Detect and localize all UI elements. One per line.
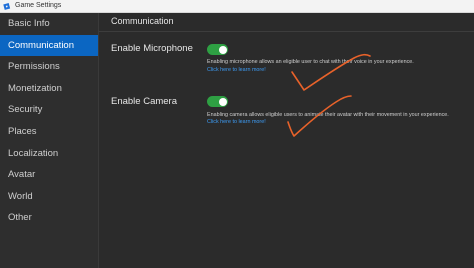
sidebar-item-places[interactable]: Places [0,121,98,143]
window-title: Game Settings [15,2,62,9]
camera-description: Enabling camera allows eligible users to… [207,112,449,118]
microphone-description: Enabling microphone allows an eligible u… [207,59,414,65]
sidebar-item-basic-info[interactable]: Basic Info [0,13,98,35]
sidebar-item-monetization[interactable]: Monetization [0,78,98,100]
sidebar-item-world[interactable]: World [0,186,98,208]
microphone-toggle-knob [218,45,227,54]
settings-sidebar: Basic Info Communication Permissions Mon… [0,13,99,268]
section-divider [99,31,474,32]
camera-toggle-knob [218,97,227,106]
camera-setting-label: Enable Camera [111,96,178,107]
section-title: Communication [111,16,174,26]
sidebar-item-security[interactable]: Security [0,99,98,121]
camera-toggle[interactable] [207,96,228,107]
app-logo-icon [3,3,11,10]
sidebar-item-communication[interactable]: Communication [0,34,98,57]
settings-content: Communication Enable Microphone Enabling… [99,13,474,268]
sidebar-item-other[interactable]: Other [0,207,98,229]
title-bar: Game Settings [0,0,474,13]
sidebar-item-permissions[interactable]: Permissions [0,56,98,78]
microphone-setting-label: Enable Microphone [111,43,193,54]
camera-learn-more-link[interactable]: Click here to learn more! [207,119,266,125]
microphone-toggle[interactable] [207,44,228,55]
sidebar-item-localization[interactable]: Localization [0,143,98,165]
sidebar-item-avatar[interactable]: Avatar [0,164,98,186]
microphone-learn-more-link[interactable]: Click here to learn more! [207,67,266,73]
